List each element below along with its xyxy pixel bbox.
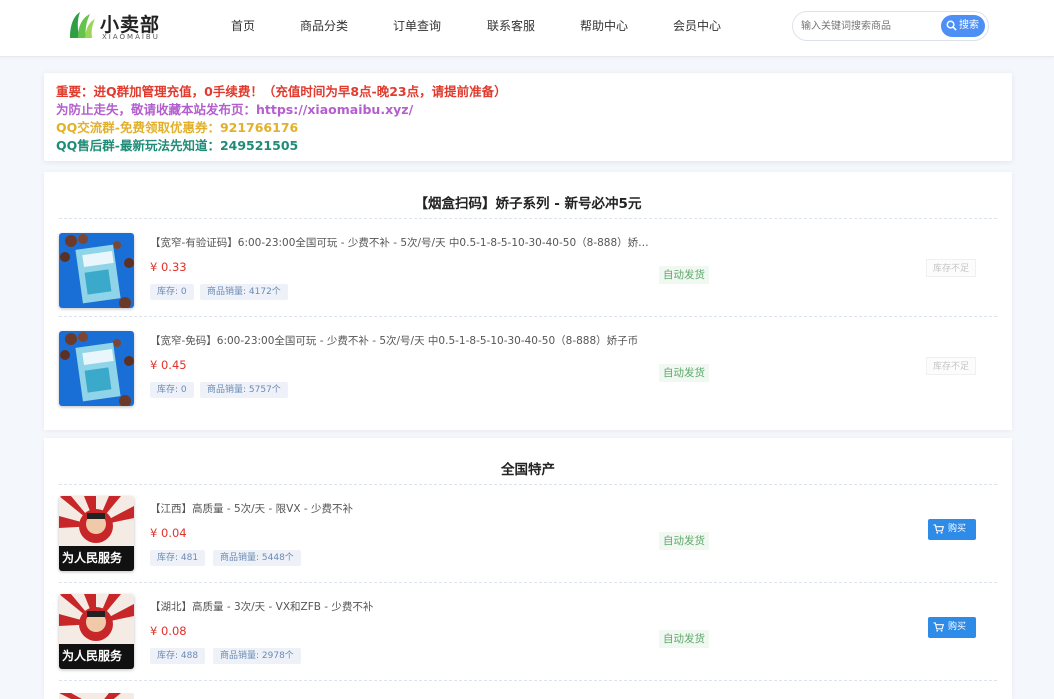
search-input[interactable] [801, 18, 941, 34]
product-row[interactable] [59, 681, 997, 699]
product-name[interactable]: 【湖北】高质量 - 3次/天 - VX和ZFB - 少费不补 [150, 599, 650, 614]
cigarette-box-image-icon [59, 331, 134, 406]
product-price: ¥ 0.45 [150, 358, 187, 372]
section-card-jiaozi: 【烟盒扫码】娇子系列 - 新号必冲5元 【宽窄-有验证码】6:00-23:00全… [44, 172, 1012, 430]
search-button[interactable]: 搜索 [941, 15, 985, 37]
nav-home[interactable]: 首页 [231, 17, 255, 34]
out-of-stock-button: 库存不足 [926, 259, 976, 277]
cart-icon [933, 622, 944, 632]
buy-button[interactable]: 购买 [928, 617, 976, 638]
notice-panel: 重要：进Q群加管理充值，0手续费！（充值时间为早8点-晚23点，请提前准备） 为… [44, 73, 1012, 161]
notice-qq-group: QQ交流群-免费领取优惠券：921766176 [56, 120, 299, 135]
nav-categories[interactable]: 商品分类 [300, 17, 348, 34]
sales-tag: 商品销量: 5757个 [200, 382, 288, 398]
product-name[interactable]: 【宽窄-有验证码】6:00-23:00全国可玩 - 少费不补 - 5次/号/天 … [150, 235, 650, 250]
stock-tag: 库存: 481 [150, 550, 206, 566]
buy-label: 购买 [948, 524, 967, 534]
sales-tag: 商品销量: 4172个 [200, 284, 288, 300]
notice-qq-aftersale: QQ售后群-最新玩法先知道：249521505 [56, 138, 299, 153]
thumb-caption: 为人民服务 [62, 649, 123, 663]
section-card-specialty: 全国特产 为人民服务 【江西】高质量 - 5次/天 - 限VX - 少费不补 ¥… [44, 438, 1012, 699]
nav-customer-service[interactable]: 联系客服 [487, 17, 535, 34]
serve-the-people-image-icon [59, 693, 134, 699]
search-button-label: 搜索 [959, 20, 979, 31]
nav-order-query[interactable]: 订单查询 [393, 17, 441, 34]
cigarette-box-image-icon [59, 233, 134, 308]
cart-icon [933, 524, 944, 534]
search-icon [946, 20, 957, 31]
nav-member-center[interactable]: 会员中心 [673, 17, 721, 34]
notice-important: 重要：进Q群加管理充值，0手续费！（充值时间为早8点-晚23点，请提前准备） [56, 84, 507, 99]
product-price: ¥ 0.33 [150, 260, 187, 274]
product-row[interactable]: 为人民服务 【江西】高质量 - 5次/天 - 限VX - 少费不补 ¥ 0.04… [59, 485, 997, 583]
sales-tag: 商品销量: 2978个 [213, 648, 301, 664]
auto-delivery-badge: 自动发货 [659, 630, 709, 648]
site-header: 小卖部 XIAOMAIBU 首页 商品分类 订单查询 联系客服 帮助中心 会员中… [0, 0, 1054, 57]
section-title: 全国特产 [59, 458, 997, 485]
stock-tag: 库存: 488 [150, 648, 206, 664]
product-name[interactable]: 【宽窄-免码】6:00-23:00全国可玩 - 少费不补 - 5次/号/天 中0… [150, 333, 650, 348]
product-row[interactable]: 【宽窄-免码】6:00-23:00全国可玩 - 少费不补 - 5次/号/天 中0… [59, 317, 997, 415]
search-box: 搜索 [792, 11, 989, 41]
product-name[interactable]: 【江西】高质量 - 5次/天 - 限VX - 少费不补 [150, 501, 650, 516]
sales-tag: 商品销量: 5448个 [213, 550, 301, 566]
site-logo[interactable]: 小卖部 XIAOMAIBU [68, 10, 168, 42]
out-of-stock-button: 库存不足 [926, 357, 976, 375]
leaf-logo-icon [70, 12, 95, 38]
product-image[interactable] [59, 331, 134, 406]
auto-delivery-badge: 自动发货 [659, 266, 709, 284]
logo-subtext: XIAOMAIBU [102, 33, 160, 41]
product-row[interactable]: 为人民服务 【湖北】高质量 - 3次/天 - VX和ZFB - 少费不补 ¥ 0… [59, 583, 997, 681]
product-image[interactable] [59, 233, 134, 308]
nav-help-center[interactable]: 帮助中心 [580, 17, 628, 34]
product-price: ¥ 0.04 [150, 526, 187, 540]
buy-label: 购买 [948, 622, 967, 632]
product-image[interactable] [59, 692, 134, 699]
auto-delivery-badge: 自动发货 [659, 532, 709, 550]
buy-button[interactable]: 购买 [928, 519, 976, 540]
stock-tag: 库存: 0 [150, 284, 194, 300]
product-price: ¥ 0.08 [150, 624, 187, 638]
thumb-caption: 为人民服务 [62, 551, 123, 565]
product-image[interactable]: 为人民服务 [59, 496, 134, 571]
section-title: 【烟盒扫码】娇子系列 - 新号必冲5元 [59, 192, 997, 219]
product-row[interactable]: 【宽窄-有验证码】6:00-23:00全国可玩 - 少费不补 - 5次/号/天 … [59, 219, 997, 317]
stock-tag: 库存: 0 [150, 382, 194, 398]
notice-publish-page[interactable]: 为防止走失，敬请收藏本站发布页：https://xiaomaibu.xyz/ [56, 99, 413, 118]
product-image[interactable]: 为人民服务 [59, 594, 134, 669]
auto-delivery-badge: 自动发货 [659, 364, 709, 382]
